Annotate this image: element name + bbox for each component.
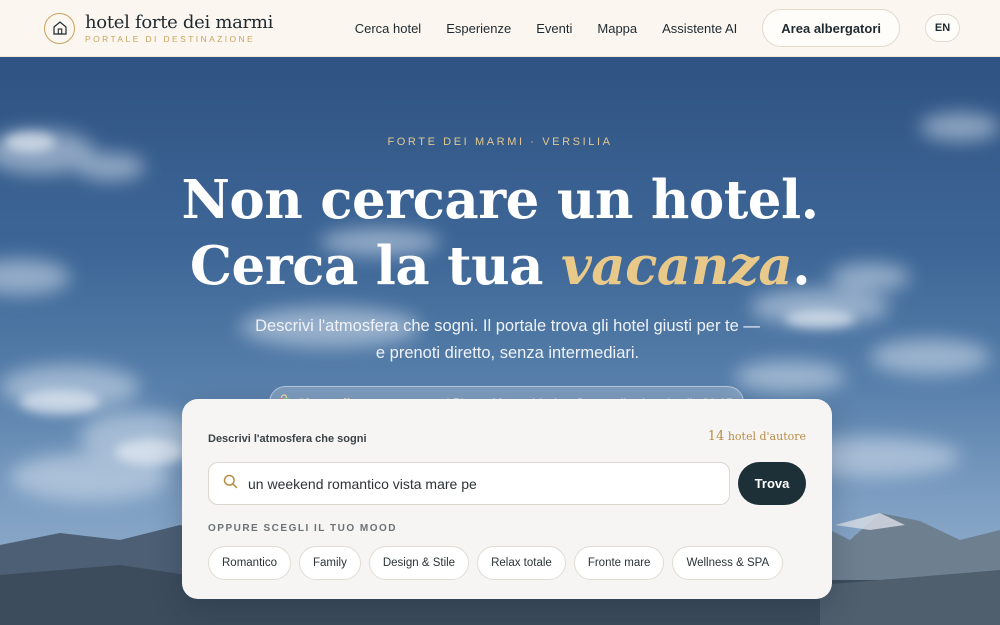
mood-chip-wellness-spa[interactable]: Wellness & SPA bbox=[672, 546, 784, 580]
search-icon bbox=[223, 474, 238, 494]
logo-subtitle: PORTALE DI DESTINAZIONE bbox=[85, 33, 256, 44]
hotel-count: 14 hotel d'autore bbox=[708, 429, 806, 444]
main-nav: Cerca hotel Esperienze Eventi Mappa Assi… bbox=[355, 9, 960, 47]
nav-mappa[interactable]: Mappa bbox=[597, 21, 637, 36]
search-box[interactable] bbox=[208, 462, 730, 505]
mood-chip-design-stile[interactable]: Design & Stile bbox=[368, 546, 470, 580]
search-label: Descrivi l'atmosfera che sogni bbox=[208, 433, 367, 445]
headline-line-2-start: Cerca la tua bbox=[189, 235, 561, 297]
hotel-count-number: 14 bbox=[707, 429, 725, 444]
nav-eventi[interactable]: Eventi bbox=[536, 21, 572, 36]
nav-cerca-hotel[interactable]: Cerca hotel bbox=[355, 21, 421, 36]
headline-accent-word: vacanza bbox=[560, 235, 793, 297]
logo[interactable]: hotel forte dei marmi PORTALE DI DESTINA… bbox=[44, 11, 274, 44]
language-button[interactable]: EN bbox=[925, 14, 960, 42]
mood-chip-romantico[interactable]: Romantico bbox=[208, 546, 291, 580]
hero-headline: Non cercare un hotel. Cerca la tua vacan… bbox=[0, 167, 1000, 299]
mood-label: OPPURE SCEGLI IL TUO MOOD bbox=[208, 523, 397, 534]
nav-esperienze[interactable]: Esperienze bbox=[446, 21, 511, 36]
headline-line-2-end: . bbox=[792, 235, 811, 297]
mood-chip-relax-totale[interactable]: Relax totale bbox=[477, 546, 566, 580]
hero-kicker: FORTE DEI MARMI · VERSILIA bbox=[387, 136, 613, 148]
hotel-count-text: hotel d'autore bbox=[727, 430, 806, 443]
mood-chip-family[interactable]: Family bbox=[298, 546, 361, 580]
logo-title: hotel forte dei marmi bbox=[85, 11, 274, 33]
search-card: Descrivi l'atmosfera che sogni 14 hotel … bbox=[182, 399, 832, 599]
hotel-logo-icon bbox=[44, 12, 75, 44]
trova-button[interactable]: Trova bbox=[738, 462, 806, 505]
mood-chip-fronte-mare[interactable]: Fronte mare bbox=[573, 546, 665, 580]
area-albergatori-button[interactable]: Area albergatori bbox=[762, 9, 900, 47]
mood-chips: Romantico Family Design & Stile Relax to… bbox=[208, 546, 784, 580]
site-header: hotel forte dei marmi PORTALE DI DESTINA… bbox=[0, 0, 1000, 57]
nav-assistente-ai[interactable]: Assistente AI bbox=[662, 21, 737, 36]
search-input[interactable] bbox=[248, 475, 729, 492]
hero-subtitle: Descrivi l'atmosfera che sogni. Il porta… bbox=[255, 317, 760, 362]
headline-line-1: Non cercare un hotel. bbox=[181, 169, 819, 231]
